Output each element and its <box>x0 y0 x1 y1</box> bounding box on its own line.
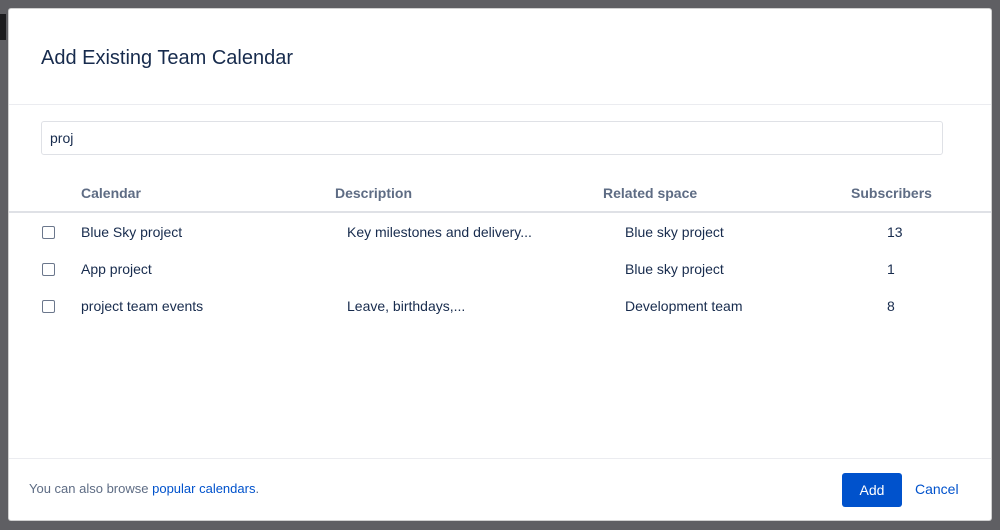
cell-calendar: project team events <box>81 297 204 314</box>
footer-hint: You can also browse popular calendars. <box>29 481 259 496</box>
row-checkbox[interactable] <box>42 263 55 277</box>
row-checkbox[interactable] <box>42 226 55 240</box>
backdrop-fragment <box>0 14 6 40</box>
cell-calendar: App project <box>81 260 152 277</box>
table-row[interactable]: Blue Sky project Key milestones and deli… <box>9 212 991 250</box>
dialog-header: Add Existing Team Calendar <box>9 9 991 105</box>
header-calendar[interactable]: Calendar <box>81 175 335 213</box>
table-row[interactable]: project team events Leave, birthdays,...… <box>9 287 991 324</box>
popular-calendars-link[interactable]: popular calendars <box>152 481 255 496</box>
header-checkbox-column <box>9 175 81 213</box>
cell-related-space: Development team <box>625 297 743 314</box>
dialog-footer: You can also browse popular calendars. A… <box>9 458 991 520</box>
header-subscribers[interactable]: Subscribers <box>851 175 991 213</box>
add-calendar-dialog: Add Existing Team Calendar Calendar Desc… <box>9 9 991 520</box>
cell-description: Leave, birthdays,... <box>347 297 466 314</box>
table-header-row: Calendar Description Related space Subsc… <box>9 175 991 213</box>
header-related-space[interactable]: Related space <box>603 175 851 213</box>
header-description[interactable]: Description <box>335 175 603 213</box>
footer-text: You can also browse <box>29 481 153 496</box>
cell-related-space: Blue sky project <box>625 223 724 240</box>
cell-description <box>335 250 603 287</box>
cell-description: Key milestones and delivery... <box>347 223 532 240</box>
cell-subscribers: 1 <box>887 260 895 277</box>
footer-suffix: . <box>255 481 260 496</box>
search-field <box>41 121 943 155</box>
calendar-table: Calendar Description Related space Subsc… <box>9 175 991 324</box>
table-row[interactable]: App project Blue sky project 1 <box>9 250 991 287</box>
dialog-title: Add Existing Team Calendar <box>41 47 293 69</box>
cell-subscribers: 8 <box>887 297 895 314</box>
cell-calendar: Blue Sky project <box>81 223 183 240</box>
cell-related-space: Blue sky project <box>625 260 724 277</box>
row-checkbox[interactable] <box>42 300 55 314</box>
add-button[interactable]: Add <box>842 473 902 507</box>
cell-subscribers: 13 <box>887 223 903 240</box>
cancel-button[interactable]: Cancel <box>915 481 959 497</box>
search-input[interactable] <box>42 122 942 154</box>
